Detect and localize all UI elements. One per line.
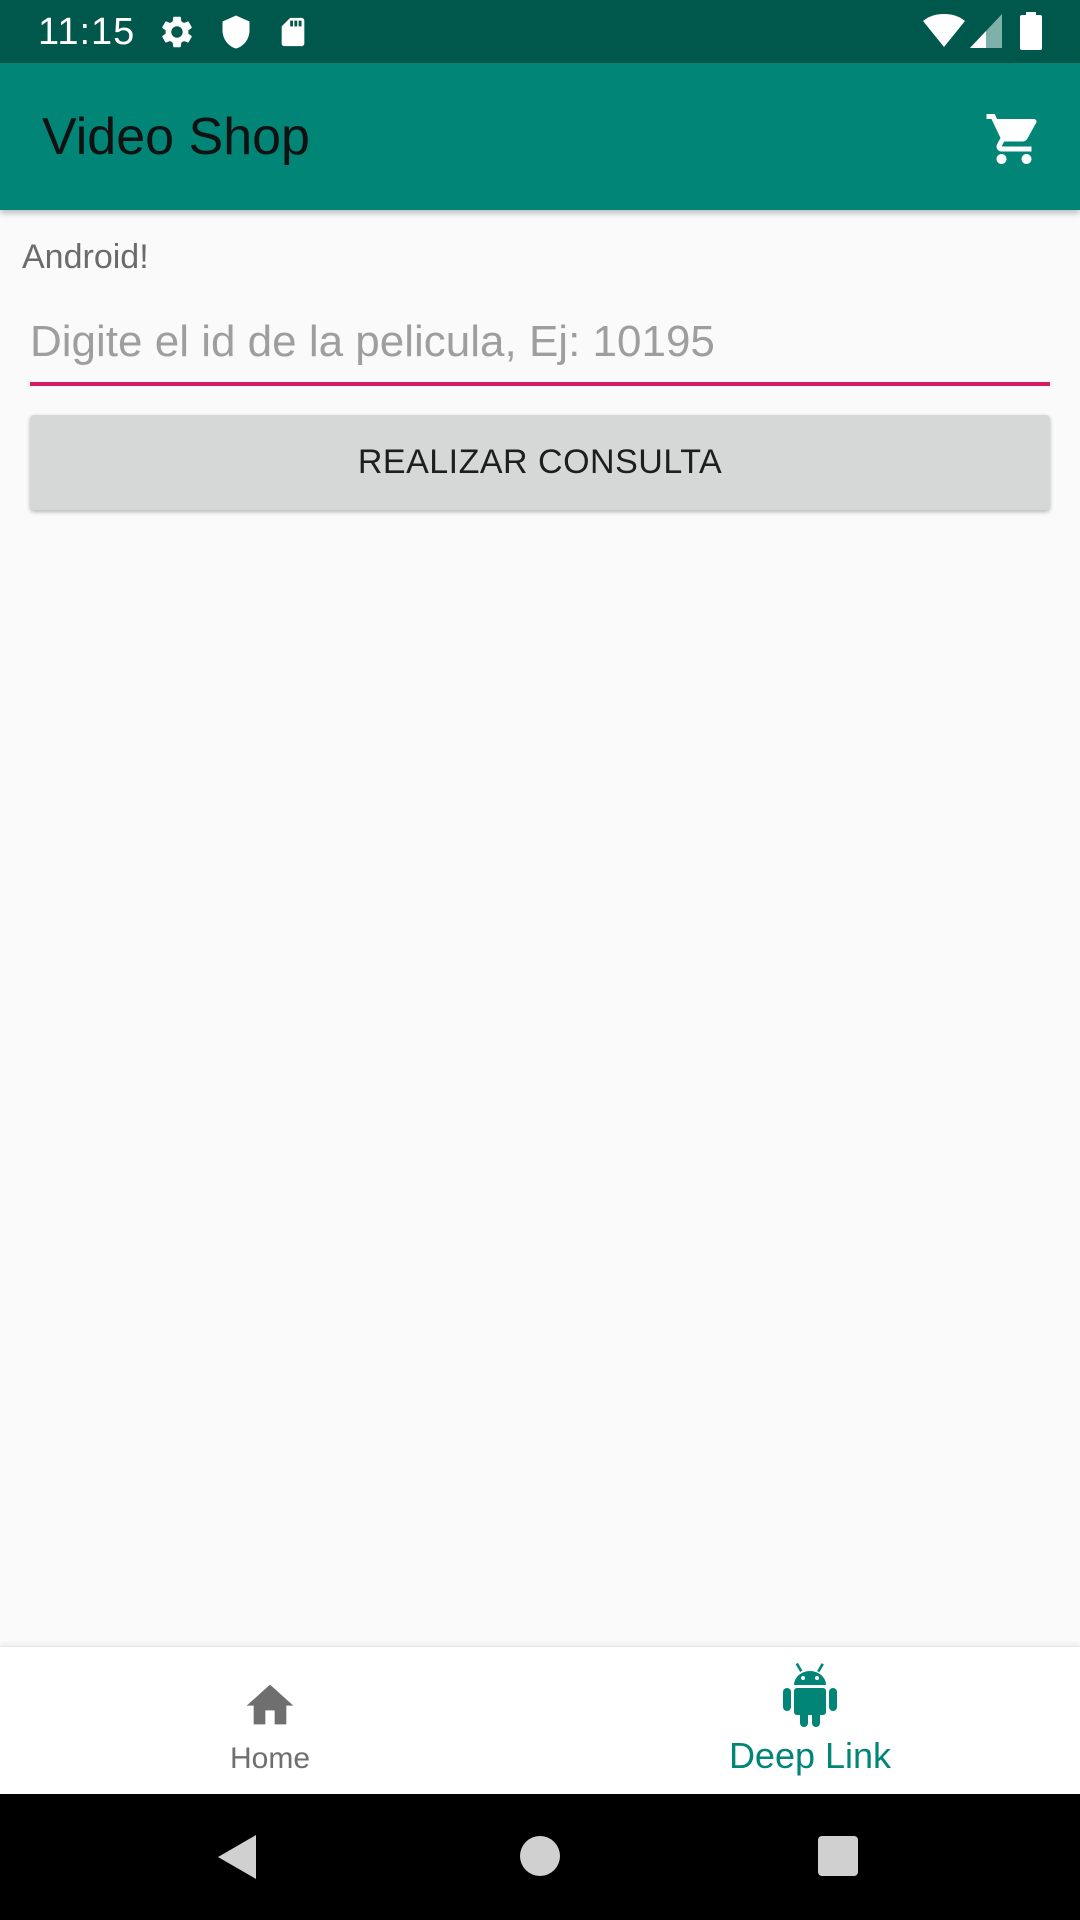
signal-icon (970, 14, 1002, 48)
status-bar: 11:15 (0, 0, 1080, 63)
nav-item-home[interactable]: Home (0, 1647, 540, 1795)
bottom-navigation: Home Deep Link (0, 1646, 1080, 1795)
recents-icon[interactable] (817, 1835, 859, 1877)
query-button[interactable]: REALIZAR CONSULTA (30, 415, 1050, 510)
movie-id-input[interactable] (30, 306, 1050, 378)
back-icon[interactable] (216, 1834, 258, 1880)
status-time: 11:15 (38, 11, 136, 53)
system-navigation-bar (0, 1794, 1080, 1920)
nav-label-home: Home (229, 1742, 311, 1775)
movie-id-field (30, 306, 1050, 386)
sd-card-icon (281, 17, 305, 47)
shield-icon (222, 15, 250, 49)
android-icon (783, 1663, 837, 1727)
cart-button[interactable] (978, 103, 1050, 175)
home-icon (246, 1684, 294, 1725)
nav-item-deep-link[interactable]: Deep Link (540, 1647, 1080, 1795)
battery-icon (1020, 12, 1042, 50)
settings-icon (162, 16, 192, 48)
greeting-label: Android! (22, 238, 149, 276)
app-title: Video Shop (42, 108, 310, 166)
wifi-icon (923, 14, 965, 47)
cart-icon (986, 114, 1037, 164)
nav-label-deep-link: Deep Link (728, 1735, 892, 1776)
home-circle-icon[interactable] (519, 1835, 561, 1877)
app-bar: Video Shop (0, 63, 1080, 210)
